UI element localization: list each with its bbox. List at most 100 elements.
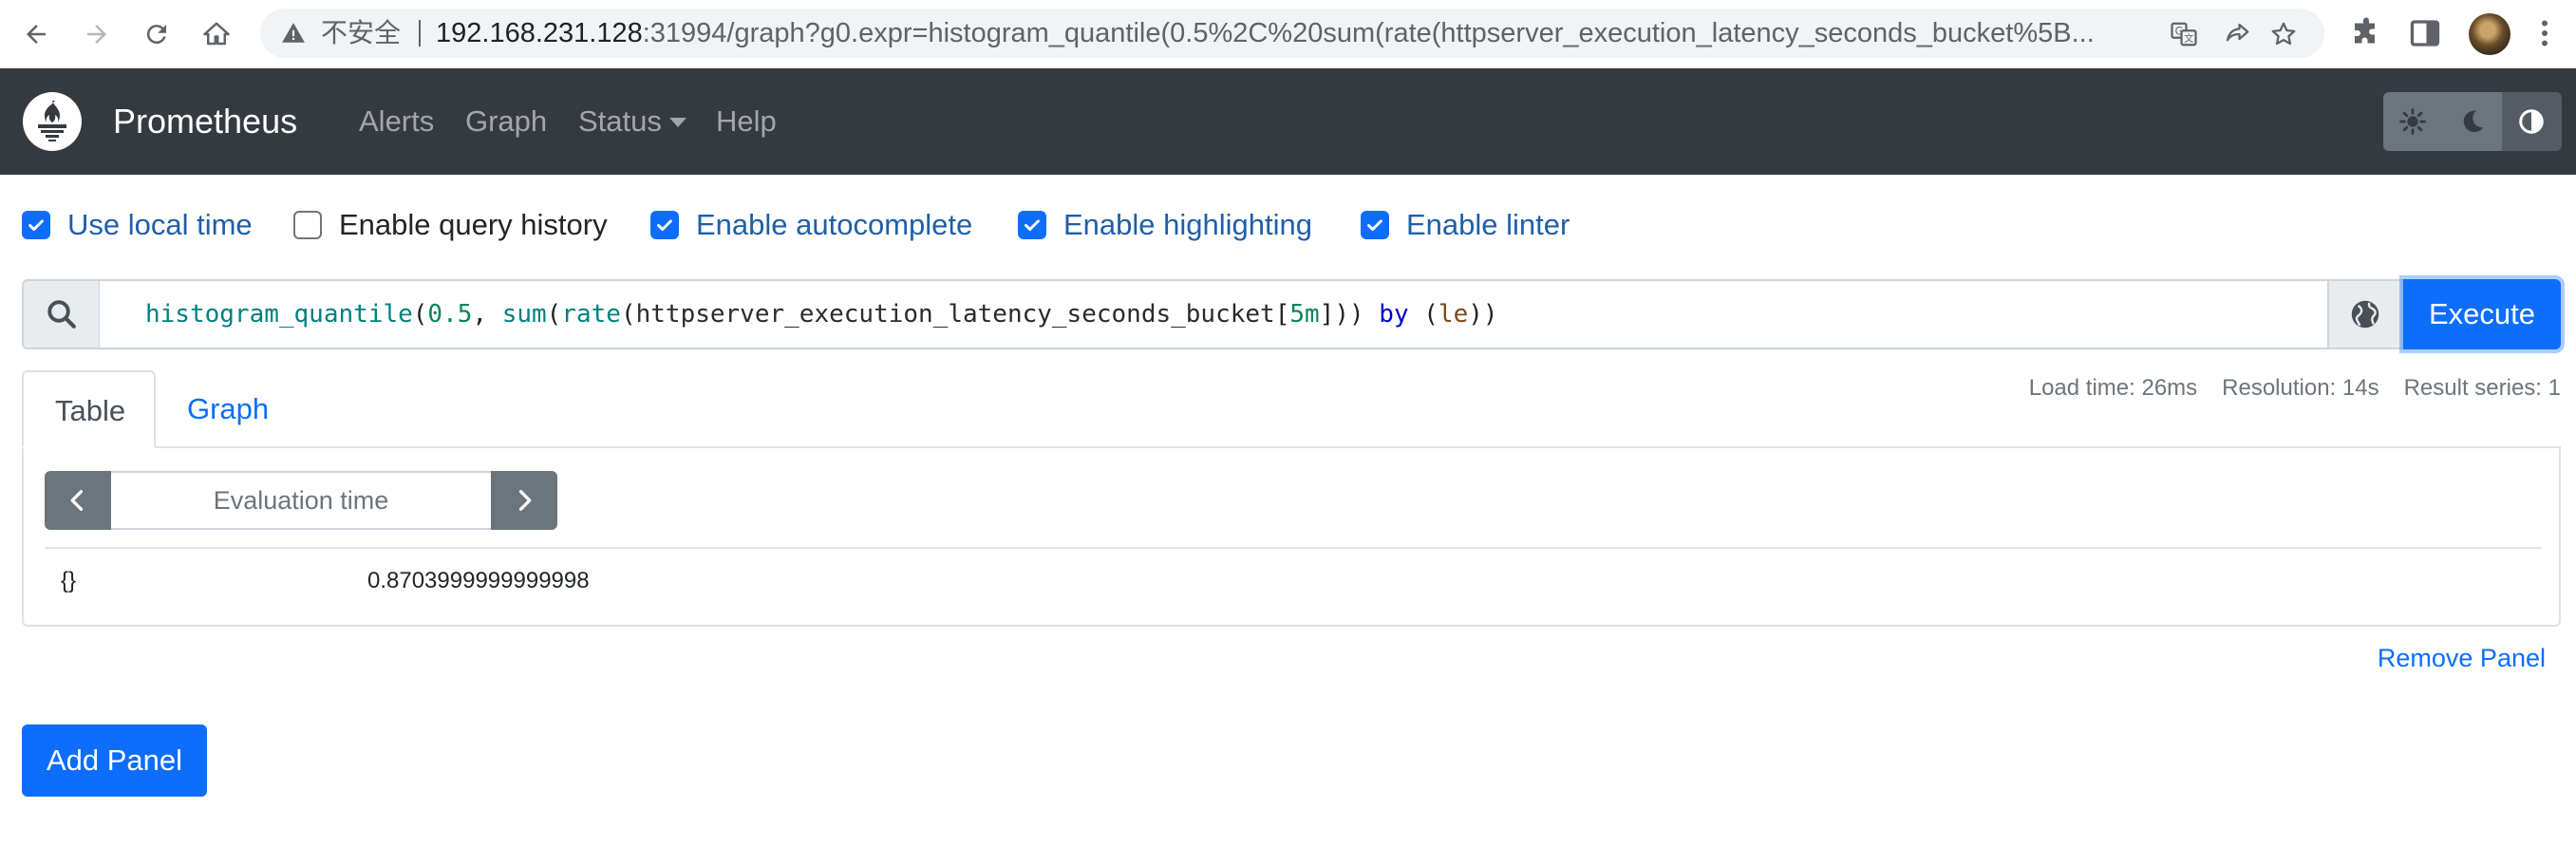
home-button[interactable] — [196, 13, 237, 55]
option-enable-highlighting[interactable]: Enable highlighting — [1018, 202, 1312, 248]
auto-theme-button[interactable] — [2502, 92, 2562, 151]
option-label: Use local time — [67, 208, 253, 241]
nav-help[interactable]: Help — [716, 68, 777, 175]
evaluation-time-picker: Evaluation time — [45, 471, 557, 530]
option-label: Enable autocomplete — [696, 208, 973, 241]
url-path: :31994/graph?g0.expr=histogram_quantile(… — [642, 18, 2095, 48]
tab-table[interactable]: Table — [22, 370, 156, 448]
arrow-right-icon — [87, 25, 106, 44]
eval-time-next-button[interactable] — [491, 471, 557, 530]
checkbox-checked[interactable] — [650, 211, 679, 239]
series-labels: {} — [61, 568, 77, 593]
reload-button[interactable] — [136, 13, 178, 55]
check-icon — [657, 219, 672, 232]
profile-avatar[interactable] — [2469, 13, 2510, 55]
address-bar[interactable]: 不安全 192.168.231.128:31994/graph?g0.expr=… — [260, 9, 2324, 58]
nav-alerts[interactable]: Alerts — [359, 68, 434, 175]
option-label: Enable query history — [339, 208, 608, 241]
kebab-menu-icon[interactable] — [2528, 16, 2562, 50]
expression-token: )) — [1468, 300, 1498, 329]
prometheus-logo-icon[interactable] — [23, 92, 82, 151]
checkbox-checked[interactable] — [1018, 211, 1046, 239]
brand-name[interactable]: Prometheus — [113, 68, 297, 175]
result-series: Result series: 1 — [2403, 375, 2561, 401]
option-enable-autocomplete[interactable]: Enable autocomplete — [650, 202, 972, 248]
resolution: Resolution: 14s — [2222, 375, 2379, 401]
option-enable-query-history[interactable]: Enable query history — [293, 202, 608, 248]
security-label[interactable]: 不安全 — [321, 9, 401, 58]
url-text[interactable]: 192.168.231.128:31994/graph?g0.expr=hist… — [436, 9, 2173, 58]
bookmark-star-icon[interactable] — [2269, 20, 2298, 48]
metrics-explorer-button[interactable] — [2327, 279, 2403, 349]
flame-torch-icon — [38, 101, 66, 141]
panel-stats: Load time: 26ms Resolution: 14s Result s… — [2029, 375, 2561, 401]
chevron-left-icon — [70, 490, 84, 511]
option-label: Enable highlighting — [1063, 208, 1312, 241]
expression-token: le — [1438, 300, 1469, 329]
table-row: {} 0.8703999999999998 — [45, 555, 2542, 608]
chevron-right-icon — [518, 490, 532, 511]
expression-token: sum — [501, 300, 547, 329]
theme-toggle-group — [2383, 92, 2562, 151]
expression-token: httpserver_execution_latency_seconds_buc… — [635, 300, 1275, 329]
checkbox-unchecked[interactable] — [293, 211, 322, 239]
expression-token: by — [1379, 300, 1409, 329]
sun-icon — [2399, 108, 2427, 135]
expression-search-addon — [22, 279, 101, 349]
add-panel-button[interactable]: Add Panel — [22, 724, 207, 797]
table-panel: Evaluation time {} 0.8703999999999998 — [22, 446, 2561, 627]
expression-bar: histogram_quantile(0.5, sum(rate(httpser… — [22, 279, 2561, 349]
checkbox-checked[interactable] — [22, 211, 50, 239]
expression-token: ])) — [1319, 300, 1380, 329]
back-button[interactable] — [15, 13, 57, 55]
tab-graph[interactable]: Graph — [156, 370, 300, 448]
expression-token: rate — [561, 300, 621, 329]
expression-token: ( — [546, 300, 562, 329]
browser-toolbar: 不安全 192.168.231.128:31994/graph?g0.expr=… — [0, 0, 2576, 68]
check-icon — [28, 219, 44, 232]
expression-token: histogram_quantile — [145, 300, 413, 329]
omnibox-separator — [419, 20, 421, 47]
warning-icon — [282, 23, 305, 43]
remove-panel-link[interactable]: Remove Panel — [2378, 641, 2546, 675]
arrow-left-icon — [27, 25, 46, 44]
home-icon — [203, 22, 230, 46]
reload-icon — [146, 25, 166, 45]
expression-token: 5m — [1289, 300, 1320, 329]
table-divider — [45, 547, 2542, 549]
svg-text:文: 文 — [2184, 32, 2193, 45]
option-label: Enable linter — [1406, 208, 1570, 241]
nav-status[interactable]: Status — [578, 68, 686, 175]
dark-theme-button[interactable] — [2442, 92, 2503, 151]
checkbox-checked[interactable] — [1361, 211, 1389, 239]
share-icon[interactable] — [2223, 20, 2251, 48]
check-icon — [1025, 219, 1040, 232]
expression-token: ( — [1408, 300, 1438, 329]
translate-icon[interactable]: G文 — [2170, 20, 2198, 48]
expression-token: 0.5 — [427, 300, 473, 329]
globe-icon — [2351, 300, 2379, 329]
light-theme-button[interactable] — [2383, 92, 2443, 151]
chevron-down-icon — [668, 118, 686, 127]
eval-time-prev-button[interactable] — [45, 471, 111, 530]
extensions-icon[interactable] — [2349, 16, 2383, 50]
url-host: 192.168.231.128 — [436, 18, 643, 48]
search-icon — [47, 300, 76, 329]
execute-button[interactable]: Execute — [2403, 279, 2561, 349]
expression-token: [ — [1274, 300, 1290, 329]
expression-token: , — [472, 300, 502, 329]
expression-token: ( — [412, 300, 428, 329]
side-panel-icon[interactable] — [2408, 16, 2442, 50]
evaluation-time-input[interactable]: Evaluation time — [111, 471, 491, 530]
forward-button[interactable] — [76, 13, 118, 55]
series-value: 0.8703999999999998 — [367, 568, 590, 593]
contrast-icon — [2519, 109, 2545, 134]
nav-graph[interactable]: Graph — [465, 68, 547, 175]
check-icon — [1367, 219, 1382, 232]
nav-status-label: Status — [578, 104, 662, 138]
moon-icon — [2463, 110, 2484, 133]
option-enable-linter[interactable]: Enable linter — [1361, 202, 1570, 248]
option-use-local-time[interactable]: Use local time — [22, 202, 253, 248]
app-navbar: Prometheus Alerts Graph Status Help — [0, 68, 2576, 175]
expression-input[interactable]: histogram_quantile(0.5, sum(rate(httpser… — [100, 279, 2350, 349]
